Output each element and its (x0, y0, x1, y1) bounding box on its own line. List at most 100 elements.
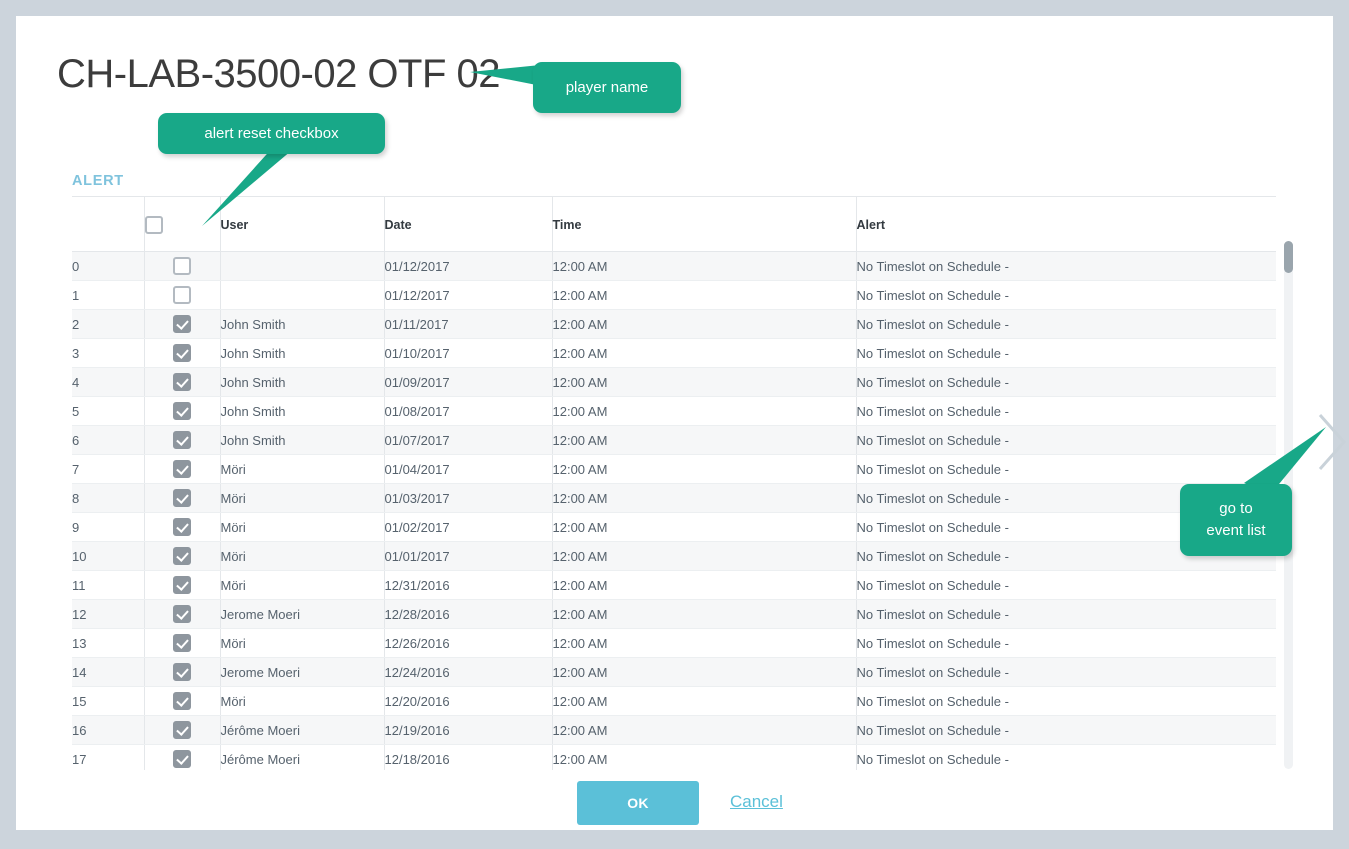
row-checkbox-cell[interactable] (144, 570, 221, 600)
row-checkbox-cell[interactable] (144, 744, 221, 770)
table-row[interactable]: 15 Möri 12/20/2016 12:00 AM No Timeslot on S… (72, 686, 1276, 716)
ok-button[interactable]: OK (577, 781, 699, 825)
row-checkbox-cell[interactable] (144, 367, 221, 397)
column-header-date[interactable]: Date (384, 197, 553, 252)
row-user: John Smith (220, 309, 385, 339)
row-reset-checkbox[interactable] (173, 315, 191, 333)
row-reset-checkbox[interactable] (173, 721, 191, 739)
row-time: 12:00 AM (552, 599, 857, 629)
callout-alert-reset-checkbox: alert reset checkbox (158, 113, 385, 154)
row-index: 1 (72, 280, 145, 310)
row-reset-checkbox[interactable] (173, 692, 191, 710)
row-index: 9 (72, 512, 145, 542)
row-date: 12/28/2016 (384, 599, 553, 629)
row-date: 01/04/2017 (384, 454, 553, 484)
row-reset-checkbox[interactable] (173, 344, 191, 362)
row-date: 12/20/2016 (384, 686, 553, 716)
row-checkbox-cell[interactable] (144, 512, 221, 542)
row-reset-checkbox[interactable] (173, 634, 191, 652)
row-index: 2 (72, 309, 145, 339)
row-reset-checkbox[interactable] (173, 576, 191, 594)
row-reset-checkbox[interactable] (173, 518, 191, 536)
row-reset-checkbox[interactable] (173, 605, 191, 623)
row-checkbox-cell[interactable] (144, 396, 221, 426)
row-checkbox-cell[interactable] (144, 599, 221, 629)
row-index: 10 (72, 541, 145, 571)
row-date: 01/12/2017 (384, 251, 553, 281)
row-reset-checkbox[interactable] (173, 402, 191, 420)
row-user: John Smith (220, 338, 385, 368)
row-checkbox-cell[interactable] (144, 657, 221, 687)
table-row[interactable]: 12 Jerome Moeri 12/28/2016 12:00 AM No Times… (72, 599, 1276, 629)
table-row[interactable]: 8 Möri 01/03/2017 12:00 AM No Timeslot on Sc… (72, 483, 1276, 513)
row-checkbox-cell[interactable] (144, 454, 221, 484)
column-header-time[interactable]: Time (552, 197, 857, 252)
row-time: 12:00 AM (552, 744, 857, 770)
row-index: 11 (72, 570, 145, 600)
row-alert: No Timeslot on Schedule - (856, 251, 1276, 281)
table-row[interactable]: 16 Jérôme Moeri 12/19/2016 12:00 AM No Times… (72, 715, 1276, 745)
row-reset-checkbox[interactable] (173, 373, 191, 391)
row-reset-checkbox[interactable] (173, 489, 191, 507)
table-row[interactable]: 4 John Smith 01/09/2017 12:00 AM No Timeslot… (72, 367, 1276, 397)
row-user: Jerome Moeri (220, 599, 385, 629)
row-index: 16 (72, 715, 145, 745)
row-alert: No Timeslot on Schedule - (856, 599, 1276, 629)
row-user (220, 251, 385, 281)
row-checkbox-cell[interactable] (144, 483, 221, 513)
row-date: 01/03/2017 (384, 483, 553, 513)
table-row[interactable]: 2 John Smith 01/11/2017 12:00 AM No Timeslot… (72, 309, 1276, 339)
row-time: 12:00 AM (552, 425, 857, 455)
row-user: Jerome Moeri (220, 657, 385, 687)
column-header-index (72, 197, 145, 252)
row-time: 12:00 AM (552, 338, 857, 368)
row-index: 3 (72, 338, 145, 368)
callout-player-name: player name (533, 62, 681, 113)
column-header-alert[interactable]: Alert (856, 197, 1276, 252)
row-alert: No Timeslot on Schedule - (856, 338, 1276, 368)
table-row[interactable]: 14 Jerome Moeri 12/24/2016 12:00 AM No Times… (72, 657, 1276, 687)
row-user: Möri (220, 541, 385, 571)
row-index: 12 (72, 599, 145, 629)
cancel-button[interactable]: Cancel (724, 791, 789, 813)
table-row[interactable]: 5 John Smith 01/08/2017 12:00 AM No Timeslot… (72, 396, 1276, 426)
row-checkbox-cell[interactable] (144, 251, 221, 281)
screen: CH-LAB-3500-02 OTF 02 ALERT User Date Ti… (0, 0, 1349, 849)
row-checkbox-cell[interactable] (144, 425, 221, 455)
table-row[interactable]: 3 John Smith 01/10/2017 12:00 AM No Timeslot… (72, 338, 1276, 368)
row-user: Jérôme Moeri (220, 715, 385, 745)
table-row[interactable]: 7 Möri 01/04/2017 12:00 AM No Timeslot on Sc… (72, 454, 1276, 484)
select-all-checkbox[interactable] (144, 216, 163, 234)
row-reset-checkbox[interactable] (173, 431, 191, 449)
row-reset-checkbox[interactable] (173, 257, 191, 275)
row-time: 12:00 AM (552, 367, 857, 397)
row-checkbox-cell[interactable] (144, 541, 221, 571)
table-scrollbar-thumb[interactable] (1284, 241, 1293, 273)
row-reset-checkbox[interactable] (173, 663, 191, 681)
section-label-alert: ALERT (72, 173, 124, 189)
table-row[interactable]: 9 Möri 01/02/2017 12:00 AM No Timeslot on Sc… (72, 512, 1276, 542)
row-reset-checkbox[interactable] (173, 286, 191, 304)
row-checkbox-cell[interactable] (144, 715, 221, 745)
table-row[interactable]: 10 Möri 01/01/2017 12:00 AM No Timeslot on S… (72, 541, 1276, 571)
table-row[interactable]: 11 Möri 12/31/2016 12:00 AM No Timeslot on S… (72, 570, 1276, 600)
row-checkbox-cell[interactable] (144, 309, 221, 339)
row-date: 01/09/2017 (384, 367, 553, 397)
alert-table-container: User Date Time Alert 0 01/12/2017 12:00 AM… (72, 196, 1276, 770)
row-reset-checkbox[interactable] (173, 547, 191, 565)
row-alert: No Timeslot on Schedule - (856, 454, 1276, 484)
table-row[interactable]: 13 Möri 12/26/2016 12:00 AM No Timeslot on S… (72, 628, 1276, 658)
row-checkbox-cell[interactable] (144, 686, 221, 716)
row-checkbox-cell[interactable] (144, 338, 221, 368)
row-date: 01/11/2017 (384, 309, 553, 339)
row-reset-checkbox[interactable] (173, 460, 191, 478)
table-row[interactable]: 1 01/12/2017 12:00 AM No Timeslot on Schedu… (72, 280, 1276, 310)
row-reset-checkbox[interactable] (173, 750, 191, 768)
row-checkbox-cell[interactable] (144, 280, 221, 310)
row-alert: No Timeslot on Schedule - (856, 280, 1276, 310)
row-checkbox-cell[interactable] (144, 628, 221, 658)
table-row[interactable]: 17 Jérôme Moeri 12/18/2016 12:00 AM No Times… (72, 744, 1276, 770)
table-row[interactable]: 0 01/12/2017 12:00 AM No Timeslot on Schedu… (72, 251, 1276, 281)
row-index: 8 (72, 483, 145, 513)
table-row[interactable]: 6 John Smith 01/07/2017 12:00 AM No Timeslot… (72, 425, 1276, 455)
